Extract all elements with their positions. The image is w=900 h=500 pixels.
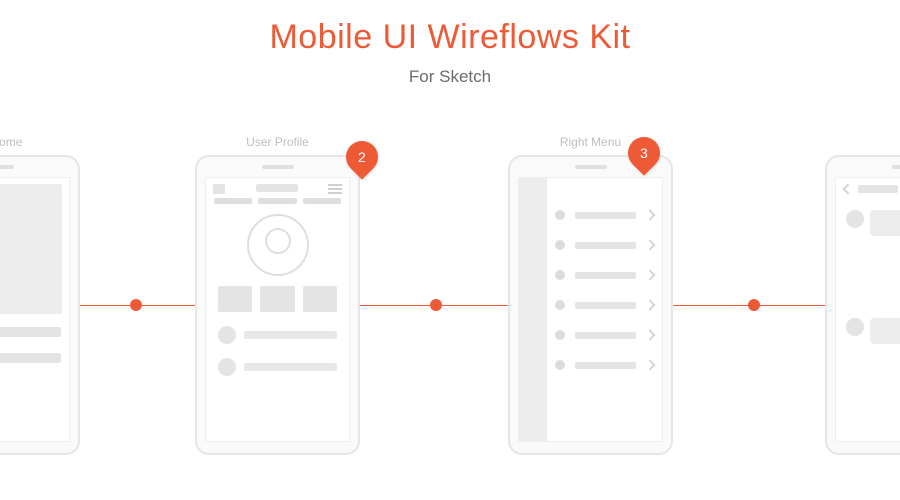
header: Mobile UI Wireflows Kit For Sketch bbox=[0, 0, 900, 87]
flow-node-dot bbox=[748, 299, 760, 311]
phone-screen bbox=[0, 177, 70, 442]
chat-bubble-placeholder bbox=[836, 344, 900, 380]
nav-bar-placeholder bbox=[206, 178, 349, 198]
phone-speaker bbox=[575, 165, 607, 169]
avatar-placeholder bbox=[846, 318, 864, 336]
wireframe-phone-menu: Right Menu bbox=[508, 155, 673, 455]
wireframe-phone-welcome: Welcome bbox=[0, 155, 80, 455]
menu-item-placeholder bbox=[555, 260, 654, 290]
list-item bbox=[0, 340, 69, 366]
list-item bbox=[206, 312, 349, 344]
flow-node-dot bbox=[430, 299, 442, 311]
chat-bubble-placeholder bbox=[836, 236, 900, 272]
hamburger-icon bbox=[328, 184, 342, 194]
page-subtitle: For Sketch bbox=[0, 67, 900, 87]
screen-label: User Profile bbox=[197, 135, 358, 149]
phone-screen bbox=[205, 177, 350, 442]
nav-bar-placeholder bbox=[836, 178, 900, 200]
phone-speaker bbox=[892, 165, 900, 169]
menu-list bbox=[555, 200, 654, 380]
list-item bbox=[0, 314, 69, 340]
phone-screen bbox=[835, 177, 900, 442]
menu-item-placeholder bbox=[555, 320, 654, 350]
marker-number: 2 bbox=[358, 149, 366, 165]
page-title: Mobile UI Wireflows Kit bbox=[0, 18, 900, 57]
avatar-placeholder bbox=[247, 214, 309, 276]
nav-title-placeholder bbox=[858, 185, 898, 193]
menu-item-placeholder bbox=[555, 350, 654, 380]
chevron-right-icon bbox=[644, 329, 655, 340]
nav-left-placeholder bbox=[213, 184, 225, 194]
hero-placeholder bbox=[0, 184, 62, 314]
side-panel-placeholder bbox=[519, 178, 547, 441]
chat-bubble-placeholder bbox=[836, 200, 900, 236]
menu-item-placeholder bbox=[555, 290, 654, 320]
marker-number: 3 bbox=[640, 145, 648, 161]
chevron-right-icon bbox=[644, 269, 655, 280]
wireflow-diagram: Welcome User Profile Right Menu bbox=[0, 155, 900, 475]
tab-bar-placeholder bbox=[206, 198, 349, 204]
chat-bubble-placeholder bbox=[836, 272, 900, 308]
wireframe-phone-chat bbox=[825, 155, 900, 455]
chevron-right-icon bbox=[644, 209, 655, 220]
flow-node-dot bbox=[130, 299, 142, 311]
chevron-right-icon bbox=[644, 299, 655, 310]
stats-row-placeholder bbox=[206, 286, 349, 312]
wireframe-phone-profile: User Profile bbox=[195, 155, 360, 455]
chevron-right-icon bbox=[644, 359, 655, 370]
list-item bbox=[206, 344, 349, 376]
phone-speaker bbox=[0, 165, 14, 169]
phone-screen bbox=[518, 177, 663, 442]
phone-speaker bbox=[262, 165, 294, 169]
chat-bubble-placeholder bbox=[836, 308, 900, 344]
menu-item-placeholder bbox=[555, 230, 654, 260]
back-icon bbox=[842, 183, 853, 194]
avatar-placeholder bbox=[846, 210, 864, 228]
nav-title-placeholder bbox=[256, 184, 298, 192]
screen-label: Welcome bbox=[0, 135, 78, 149]
chevron-right-icon bbox=[644, 239, 655, 250]
menu-item-placeholder bbox=[555, 200, 654, 230]
